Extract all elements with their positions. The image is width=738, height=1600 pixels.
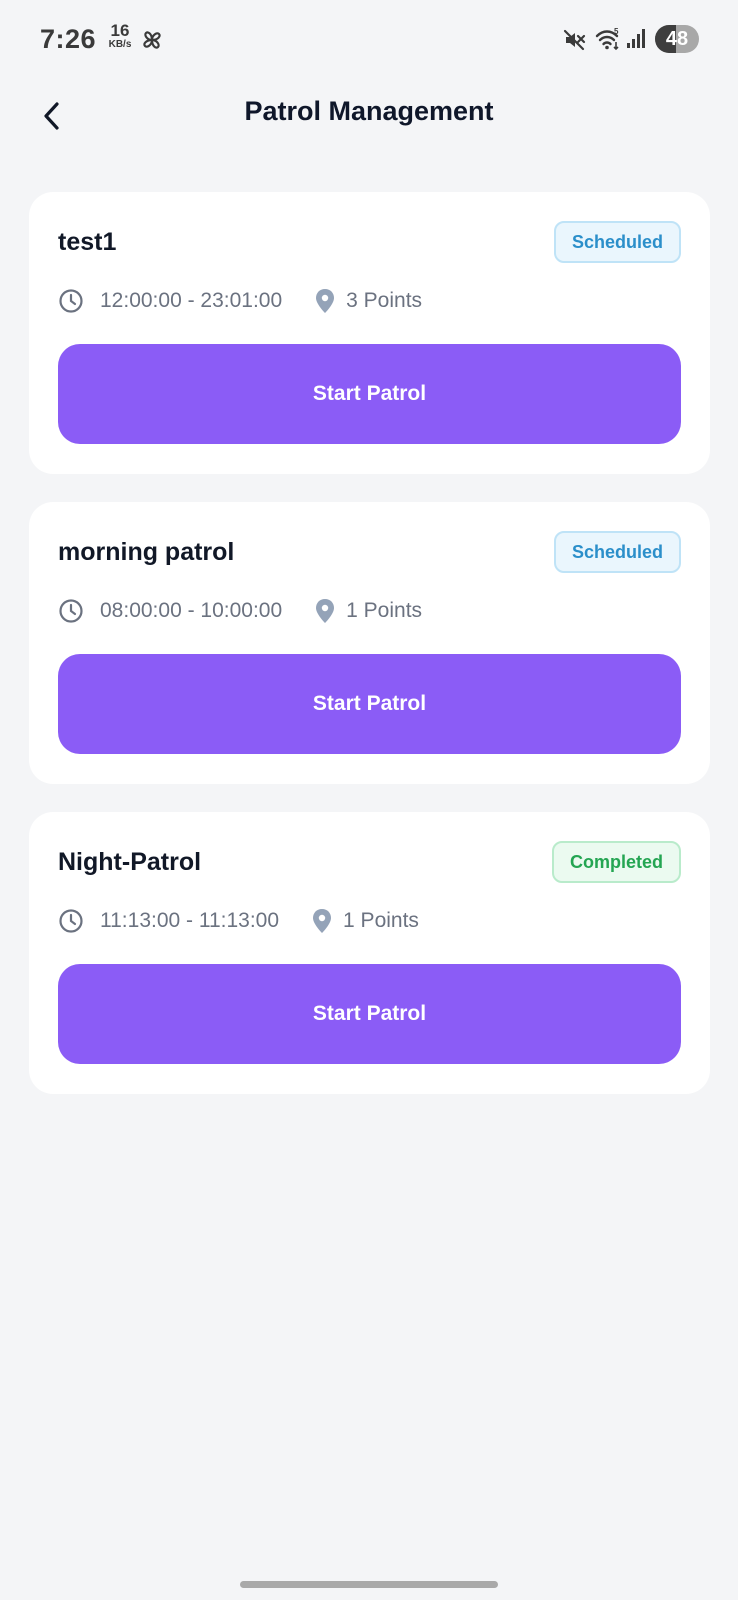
location-pin-icon [313,909,332,933]
patrol-name: Night-Patrol [58,848,202,876]
patrol-card: morning patrol Scheduled 08:00:00 - 10:0… [29,502,710,784]
app-header: Patrol Management [0,80,738,164]
location-pin-icon [316,289,335,313]
status-badge: Scheduled [553,221,681,263]
patrol-name: morning patrol [58,538,235,566]
svg-text:5: 5 [614,27,619,36]
patrol-meta: 12:00:00 - 23:01:00 3 Points [58,286,422,316]
patrol-card: Night-Patrol Completed 11:13:00 - 11:13:… [29,812,710,1094]
pinwheel-icon [143,31,161,49]
start-patrol-button[interactable]: Start Patrol [58,654,681,754]
wifi-icon: 5 [595,27,619,51]
patrol-list: test1 Scheduled 12:00:00 - 23:01:00 3 Po… [29,192,710,1122]
battery-indicator: 48 [655,25,699,53]
clock-icon [59,909,83,933]
page-title: Patrol Management [244,96,494,126]
status-bar: 7:26 16 KB/s 5 48 [0,0,738,80]
patrol-points: 1 Points [346,599,423,622]
mute-icon [563,29,586,51]
patrol-card: test1 Scheduled 12:00:00 - 23:01:00 3 Po… [29,192,710,474]
status-badge: Completed [551,841,681,883]
home-indicator[interactable] [240,1581,498,1588]
battery-level: 48 [665,28,689,50]
network-speed-unit: KB/s [108,39,132,50]
patrol-time-range: 12:00:00 - 23:01:00 [100,289,283,312]
patrol-points: 3 Points [346,289,423,312]
start-patrol-button[interactable]: Start Patrol [58,344,681,444]
patrol-meta: 08:00:00 - 10:00:00 1 Points [58,596,422,626]
network-speed: 16 KB/s [105,22,135,50]
status-badge: Scheduled [553,531,681,573]
patrol-meta: 11:13:00 - 11:13:00 1 Points [58,906,419,936]
location-pin-icon [316,599,335,623]
patrol-time-range: 11:13:00 - 11:13:00 [100,909,280,932]
patrol-points: 1 Points [343,909,419,932]
network-speed-value: 16 [110,21,130,40]
patrol-time-range: 08:00:00 - 10:00:00 [100,599,283,622]
patrol-name: test1 [58,228,117,256]
clock-icon [59,599,83,623]
signal-icon [627,29,645,48]
start-patrol-button[interactable]: Start Patrol [58,964,681,1064]
clock-icon [59,289,83,313]
status-time: 7:26 [40,24,97,54]
